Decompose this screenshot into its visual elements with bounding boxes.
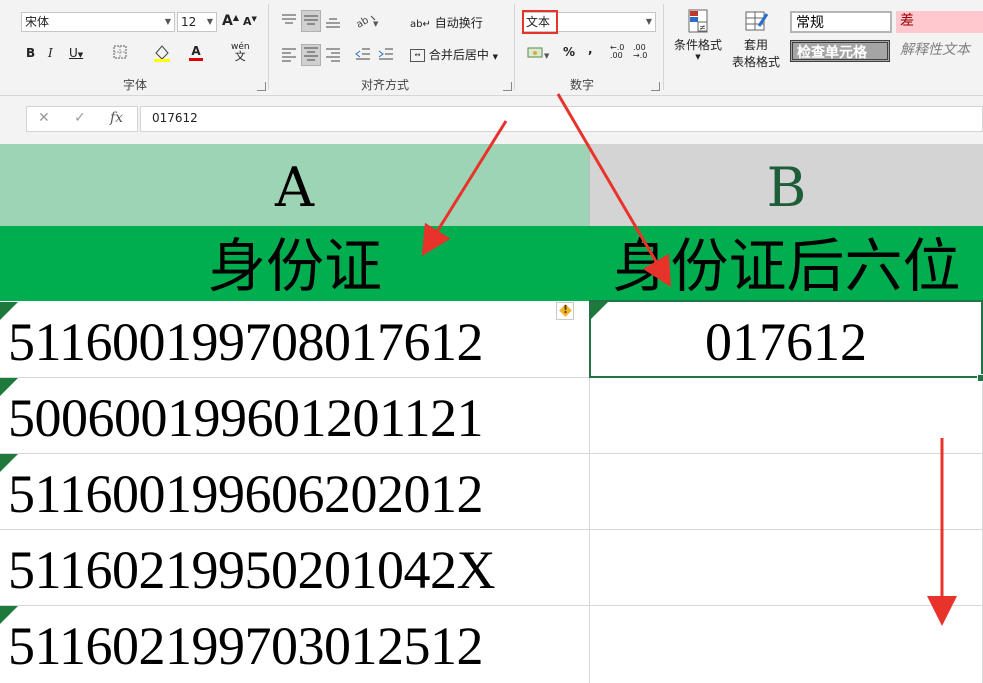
annotation-arrows (421, 93, 957, 626)
arrow-to-header-b (556, 93, 672, 288)
arrow-to-header-a (421, 120, 508, 257)
